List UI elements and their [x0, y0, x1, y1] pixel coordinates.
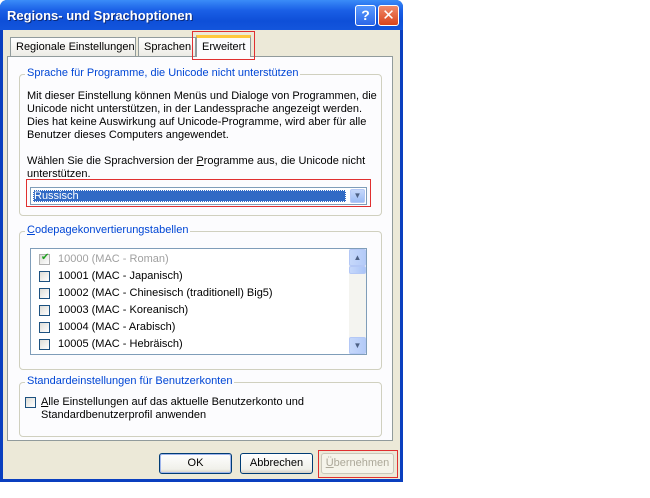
dialog-client-area: Regionale Einstellungen Sprachen Erweite…: [3, 30, 400, 479]
list-item-label: 10001 (MAC - Japanisch): [58, 270, 183, 282]
chevron-down-icon[interactable]: ▼: [350, 189, 365, 203]
selected-language: Russisch: [33, 190, 346, 202]
list-item-label: 10004 (MAC - Arabisch): [58, 321, 176, 333]
prompt-text: rogramme aus, die Unicode nicht: [203, 155, 366, 167]
checkbox[interactable]: [39, 322, 50, 333]
list-item-label: 10000 (MAC - Roman): [58, 253, 169, 265]
title-bar[interactable]: Regions- und Sprachoptionen ? ✕: [0, 0, 403, 30]
tab-panel-advanced: Sprache für Programme, die Unicode nicht…: [7, 56, 393, 441]
checkbox[interactable]: [39, 288, 50, 299]
apply-to-all-checkbox[interactable]: [25, 397, 36, 408]
scrollbar-thumb[interactable]: [349, 266, 366, 274]
user-accounts-group: Standardeinstellungen für Benutzerkonten…: [19, 375, 382, 437]
prompt-line-1: Wählen Sie die Sprachversion der Program…: [27, 155, 377, 168]
prompt-text: Wählen Sie die Sprachversion der: [27, 155, 197, 167]
checkbox-checked[interactable]: [39, 252, 50, 265]
codepage-list[interactable]: 10000 (MAC - Roman) 10001 (MAC - Japanis…: [30, 248, 367, 355]
cancel-button[interactable]: Abbrechen: [240, 453, 313, 474]
checkbox[interactable]: [39, 305, 50, 316]
checkbox[interactable]: [39, 271, 50, 282]
list-scrollbar[interactable]: ▲ ▼: [349, 249, 366, 354]
option-line-1: Alle Einstellungen auf das aktuelle Benu…: [41, 396, 361, 409]
checkbox[interactable]: [39, 339, 50, 350]
window-title: Regions- und Sprachoptionen: [7, 8, 193, 23]
user-accounts-group-label: Standardeinstellungen für Benutzerkonten: [25, 375, 235, 387]
codepage-group-label: Codepagekonvertierungstabellen: [25, 224, 191, 236]
tab-languages[interactable]: Sprachen: [138, 37, 196, 56]
tab-label: Sprachen: [144, 41, 192, 53]
tab-label: Erweitert: [202, 41, 246, 53]
language-prompt: Wählen Sie die Sprachversion der Program…: [27, 155, 377, 181]
ok-button[interactable]: OK: [159, 453, 232, 474]
description-line: Mit dieser Einstellung können Menüs und …: [27, 90, 377, 102]
scroll-up-icon[interactable]: ▲: [349, 249, 366, 266]
close-button[interactable]: ✕: [378, 5, 399, 26]
codepage-group: Codepagekonvertierungstabellen 10000 (MA…: [19, 224, 382, 370]
prompt-accelerator: P: [196, 155, 204, 167]
tab-label: Regionale Einstellungen: [16, 41, 135, 53]
language-select[interactable]: Russisch ▼: [30, 187, 367, 205]
apply-to-all-label: Alle Einstellungen auf das aktuelle Benu…: [41, 396, 361, 422]
help-button[interactable]: ?: [355, 5, 376, 26]
list-item-label: 10002 (MAC - Chinesisch (traditionell) B…: [58, 287, 273, 299]
description-line: Dies hat keine Auswirkung auf Unicode-Pr…: [27, 116, 367, 128]
apply-to-all-users-option[interactable]: Alle Einstellungen auf das aktuelle Benu…: [25, 396, 365, 426]
unicode-description: Mit dieser Einstellung können Menüs und …: [27, 90, 377, 142]
unicode-group-label: Sprache für Programme, die Unicode nicht…: [25, 67, 301, 79]
list-item-label: 10003 (MAC - Koreanisch): [58, 304, 189, 316]
description-line: Unicode nicht unterstützen, in der Lande…: [27, 103, 363, 115]
apply-accelerator: Ü: [325, 457, 334, 469]
prompt-line-2: unterstützen.: [27, 168, 91, 180]
apply-text: bernehmen: [333, 457, 390, 469]
tab-regional-settings[interactable]: Regionale Einstellungen: [10, 37, 136, 56]
list-item-label: 10005 (MAC - Hebräisch): [58, 338, 183, 350]
codepage-label-text: odepagekonvertierungstabellen: [34, 224, 189, 236]
scroll-down-icon[interactable]: ▼: [349, 337, 366, 354]
apply-button[interactable]: Übernehmen: [321, 453, 394, 474]
option-text: lle Einstellungen auf das aktuelle Benut…: [48, 396, 304, 408]
unicode-language-group: Sprache für Programme, die Unicode nicht…: [19, 67, 382, 216]
tab-advanced[interactable]: Erweitert: [196, 35, 251, 57]
option-line-2: Standardbenutzerprofil anwenden: [41, 409, 207, 421]
codepage-label-accelerator: C: [27, 224, 35, 236]
description-line: Benutzer dieses Computers angewendet.: [27, 129, 229, 141]
dialog-window: Regions- und Sprachoptionen ? ✕ Regional…: [0, 0, 403, 482]
